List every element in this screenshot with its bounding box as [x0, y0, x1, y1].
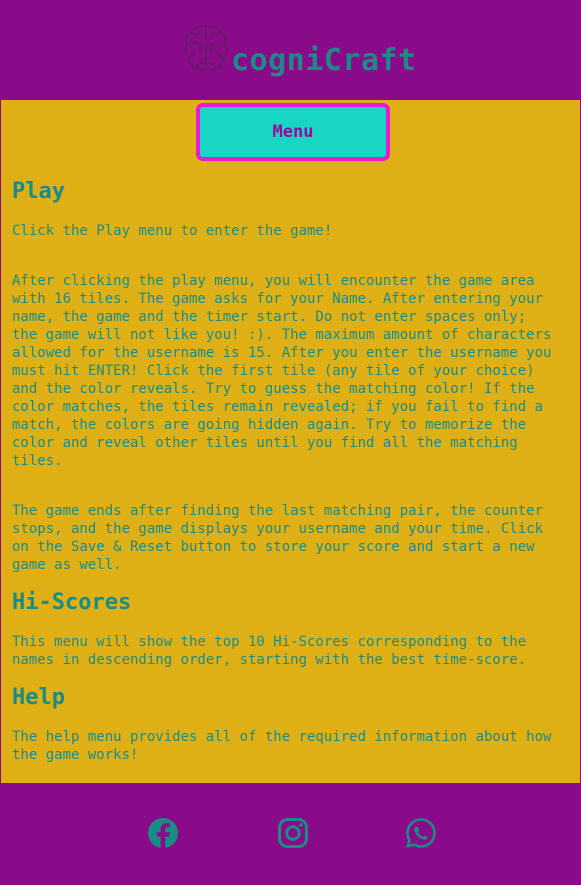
brain-icon: [184, 25, 228, 72]
menu-button[interactable]: Menu: [196, 103, 390, 161]
help-text: The help menu provides all of the requir…: [12, 729, 552, 763]
play-intro: Click the Play menu to enter the game!: [12, 223, 333, 239]
brand-title[interactable]: cogniCraft: [231, 42, 417, 80]
instagram-icon[interactable]: [277, 817, 309, 849]
help-heading: Help: [12, 685, 65, 710]
whatsapp-icon[interactable]: [405, 817, 437, 849]
hiscores-text: This menu will show the top 10 Hi-Scores…: [12, 634, 527, 668]
facebook-icon[interactable]: [147, 817, 179, 849]
play-heading: Play: [12, 179, 65, 204]
hiscores-heading: Hi-Scores: [12, 590, 132, 615]
play-ending: The game ends after finding the last mat…: [12, 503, 544, 573]
play-instructions: After clicking the play menu, you will e…: [12, 273, 552, 469]
page: cogniCraft Menu Play Click the Play menu…: [1, 1, 580, 884]
site-header: cogniCraft: [1, 1, 580, 100]
site-footer: [1, 783, 580, 884]
